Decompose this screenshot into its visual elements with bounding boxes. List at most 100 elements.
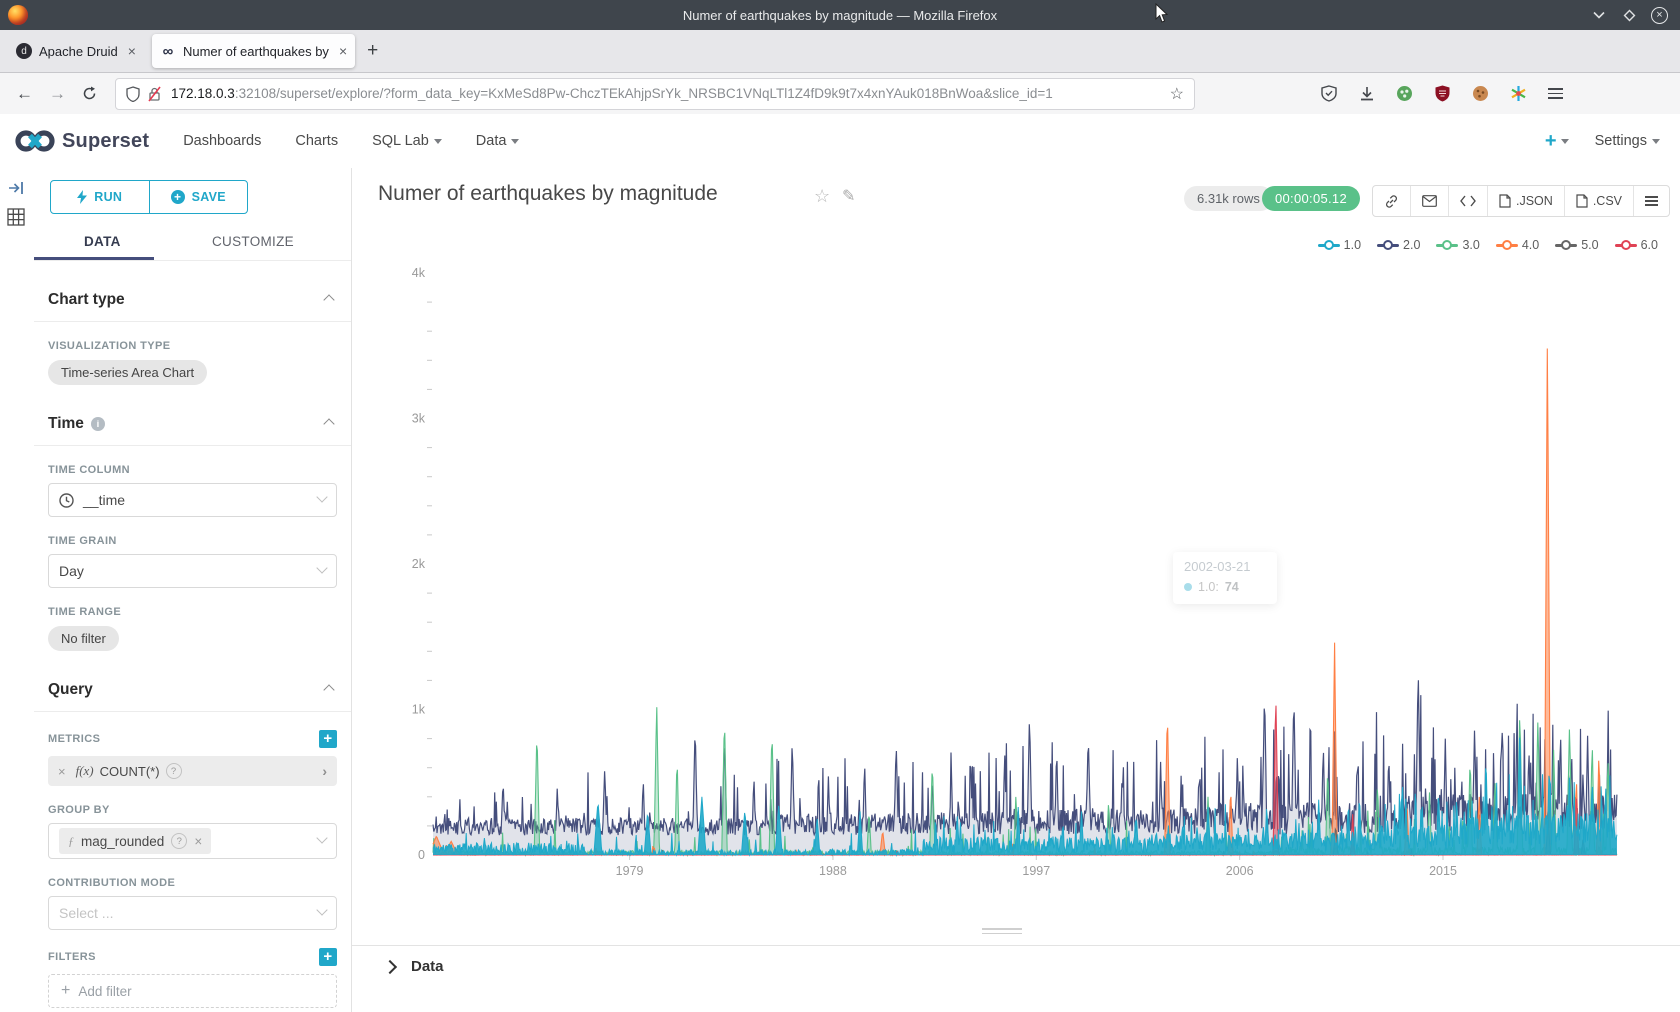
metric-item[interactable]: × f(x) COUNT(*) ? › [48,756,337,786]
cookie-extension-icon[interactable] [1472,85,1489,102]
file-icon [1576,194,1588,208]
info-icon: i [91,417,105,431]
groupby-pill[interactable]: ƒ mag_rounded ? × [59,828,211,854]
divider [34,445,351,446]
superset-brand[interactable]: Superset [62,130,149,153]
add-filter-button[interactable]: + [319,948,337,966]
time-grain-select[interactable]: Day [48,554,337,588]
back-button[interactable]: ← [16,84,33,104]
collapse-panel-icon[interactable] [8,180,26,196]
settings-menu[interactable]: Settings [1595,133,1660,149]
add-filter-dropzone[interactable]: + Add filter [48,974,337,1008]
data-results-section: Data [352,945,1680,1012]
data-section-header[interactable]: Data [385,958,444,975]
remove-metric-icon[interactable]: × [58,764,66,779]
browser-tab-bar: d Apache Druid × ∞ Numer of earthquakes … [0,30,1680,73]
email-button[interactable] [1411,186,1449,216]
tab-data[interactable]: DATA [84,234,121,249]
nav-item-dashboards[interactable]: Dashboards [183,133,261,149]
svg-text:1988: 1988 [819,864,847,878]
resize-drag-handle[interactable] [982,928,1022,937]
tab-close-icon[interactable]: × [128,43,136,59]
chevron-up-icon[interactable] [325,291,333,309]
chevron-down-icon [511,139,519,144]
edit-title-icon[interactable]: ✎ [842,186,855,206]
tab-customize[interactable]: CUSTOMIZE [212,234,294,249]
insecure-lock-icon[interactable] [147,86,162,102]
window-titlebar: Numer of earthquakes by magnitude — Mozi… [0,0,1680,30]
svg-text:4k: 4k [412,266,426,280]
section-query[interactable]: Query [48,679,337,701]
chevron-down-icon [1561,139,1569,144]
chevron-down-icon [318,562,326,580]
run-button[interactable]: RUN [51,181,150,213]
nav-item-charts[interactable]: Charts [295,133,338,149]
export-json-button[interactable]: .JSON [1488,186,1565,216]
chevron-up-icon[interactable] [325,681,333,699]
contribution-mode-select[interactable]: Select ... [48,896,337,930]
nav-item-data[interactable]: Data [476,133,520,149]
favorite-star-icon[interactable]: ☆ [814,186,830,207]
downloads-icon[interactable] [1358,85,1375,102]
forward-button[interactable]: → [49,84,66,104]
filters-label: FILTERS + [48,948,337,966]
remove-pill-icon[interactable]: × [194,834,202,849]
save-button[interactable]: + SAVE [150,181,248,213]
chart-menu-button[interactable] [1634,186,1669,216]
add-new-button[interactable]: + [1545,130,1569,153]
browser-tab-superset[interactable]: ∞ Numer of earthquakes by × [152,34,355,68]
envelope-icon [1422,195,1437,207]
code-icon [1460,195,1476,207]
export-csv-button[interactable]: .CSV [1565,186,1634,216]
run-save-group: RUN + SAVE [50,180,248,214]
left-icon-strip [0,168,35,1012]
window-maximize-button[interactable] [1621,7,1637,23]
window-close-button[interactable]: × [1651,7,1668,24]
window-minimize-button[interactable] [1591,7,1607,23]
time-column-select[interactable]: __time [48,483,337,517]
viz-type-pill[interactable]: Time-series Area Chart [48,360,207,385]
chart-actions-group: .JSON .CSV [1372,185,1670,217]
time-grain-label: TIME GRAIN [48,535,337,547]
browser-menu-icon[interactable] [1548,88,1563,99]
tracking-protection-shield-icon[interactable] [1320,85,1337,102]
mouse-cursor [1155,3,1171,25]
embed-code-button[interactable] [1449,186,1488,216]
nav-item-sqllab[interactable]: SQL Lab [372,133,442,149]
tab-close-icon[interactable]: × [339,43,347,59]
add-metric-button[interactable]: + [319,730,337,748]
row-count-badge: 6.31k rows [1184,186,1273,211]
svg-text:0: 0 [418,848,425,862]
file-icon [1499,194,1511,208]
tooltip-series-dot [1184,583,1192,591]
svg-text:1k: 1k [412,703,426,717]
chevron-right-icon [383,959,397,973]
clock-icon [59,493,74,508]
groupby-select[interactable]: ƒ mag_rounded ? × [48,823,337,859]
chevron-right-icon[interactable]: › [322,763,327,779]
multicolor-extension-icon[interactable] [1510,85,1527,102]
lightning-icon [77,190,87,204]
section-time[interactable]: Time i [48,413,337,435]
section-chart-type[interactable]: Chart type [48,289,337,311]
url-address-field[interactable]: 172.18.0.3:32108/superset/explore/?form_… [115,78,1195,110]
chevron-up-icon[interactable] [325,415,333,433]
svg-text:2006: 2006 [1226,864,1254,878]
copy-link-button[interactable] [1373,186,1411,216]
druid-favicon: d [16,43,32,59]
dataset-grid-icon[interactable] [7,208,25,226]
ublock-shield-icon[interactable] [1434,85,1451,102]
permissions-shield-icon[interactable] [126,86,140,102]
chart-panel: Numer of earthquakes by magnitude ☆ ✎ 6.… [352,168,1680,1012]
bookmark-star-icon[interactable]: ☆ [1170,84,1184,104]
timeseries-area-chart[interactable]: 01k2k3k4k19791988199720062015 [352,228,1680,888]
chart-tooltip: 2002-03-21 1.0: 74 [1173,552,1277,604]
panel-tabs: DATA CUSTOMIZE [48,226,337,260]
browser-tab-druid[interactable]: d Apache Druid × [8,34,144,68]
time-range-pill[interactable]: No filter [48,626,119,651]
reload-button[interactable] [82,86,97,101]
extension-green-icon[interactable] [1396,85,1413,102]
chevron-down-icon [434,139,442,144]
superset-navbar: Superset Dashboards Charts SQL Lab Data … [0,114,1680,169]
new-tab-button[interactable]: + [367,40,378,62]
